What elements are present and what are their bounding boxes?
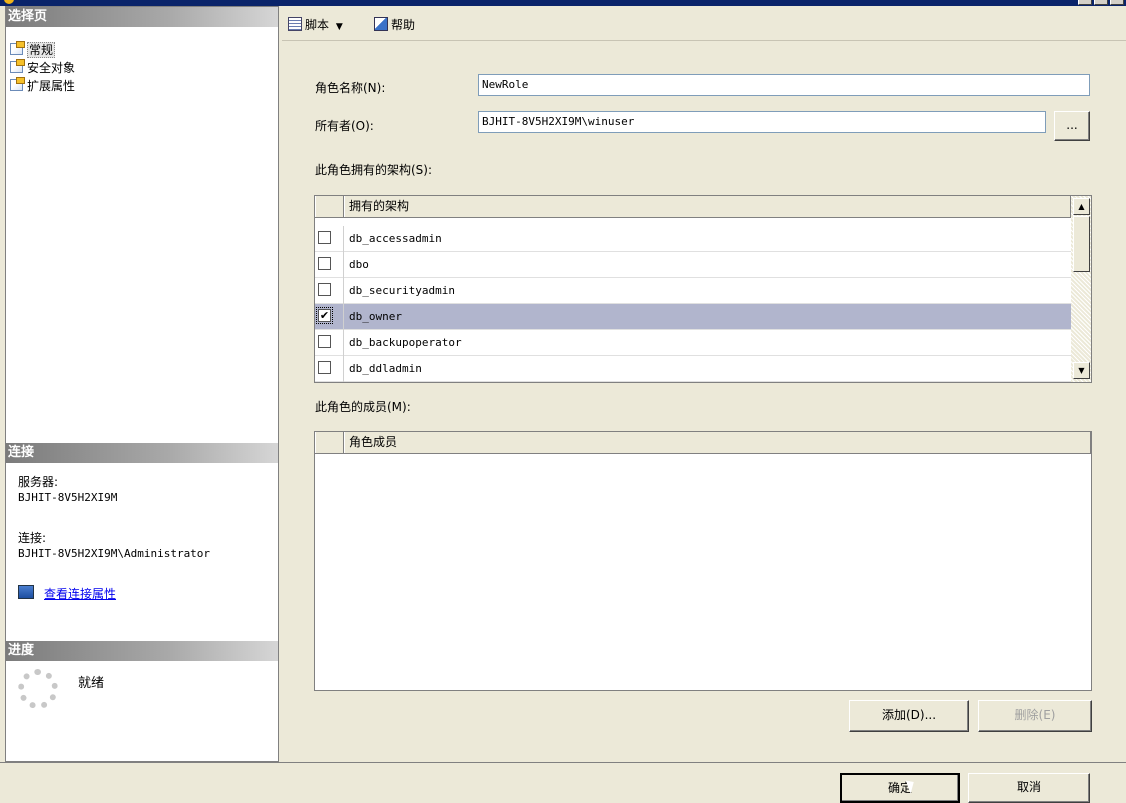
schema-row[interactable]: db_ddladmin (315, 356, 1071, 382)
page-icon (10, 41, 25, 55)
select-page-header: 选择页 (6, 7, 278, 27)
chevron-down-icon: ▼ (335, 22, 343, 32)
nav-item-label: 扩展属性 (27, 79, 76, 93)
owner-input[interactable]: BJHIT-8V5H2XI9M\winuser (478, 111, 1046, 133)
page-icon (10, 59, 25, 73)
nav-item-label: 常规 (27, 42, 56, 58)
scroll-up-icon[interactable]: ▲ (1073, 198, 1090, 215)
owned-schemas-column-header[interactable]: 拥有的架构 (344, 196, 1071, 217)
toolbar: 脚本 ▼ 帮助 (282, 6, 1126, 41)
connection-header: 连接 (6, 443, 278, 463)
help-button[interactable]: 帮助 (374, 16, 415, 34)
view-connection-properties[interactable]: 查看连接属性 (18, 585, 116, 601)
nav-item-general[interactable]: 常规 (10, 41, 56, 58)
schema-checkbox[interactable] (318, 361, 331, 374)
grid-header: 角色成员 (315, 432, 1091, 454)
schema-checkbox[interactable] (318, 335, 331, 348)
role-members-label: 此角色的成员(M): (315, 400, 411, 414)
schema-checkbox-checked[interactable]: ✔ (316, 307, 333, 324)
check-column-header (315, 196, 344, 217)
connection-properties-icon (18, 585, 34, 599)
schema-name: db_backupoperator (349, 336, 462, 349)
schema-name: db_owner (349, 310, 402, 323)
role-members-grid: 角色成员 (314, 431, 1092, 691)
script-icon (288, 17, 302, 31)
schema-checkbox[interactable] (318, 231, 331, 244)
schema-row[interactable]: dbo (315, 252, 1071, 278)
owner-label: 所有者(O): (315, 119, 374, 133)
help-label: 帮助 (391, 18, 416, 32)
schema-name: dbo (349, 258, 369, 271)
cancel-button[interactable]: 取消 (968, 773, 1090, 803)
connection-value: BJHIT-8V5H2XI9M\Administrator (18, 547, 211, 560)
scroll-down-icon[interactable]: ▼ (1073, 362, 1090, 379)
nav-item-label: 安全对象 (27, 61, 76, 75)
grid-header: 拥有的架构 (315, 196, 1071, 218)
schema-checkbox[interactable] (318, 283, 331, 296)
role-members-column-header[interactable]: 角色成员 (344, 432, 1091, 453)
progress-status: 就绪 (78, 676, 105, 691)
script-button[interactable]: 脚本 ▼ (288, 16, 343, 34)
help-icon (374, 17, 388, 31)
general-page-content: 角色名称(N): NewRole 所有者(O): BJHIT-8V5H2XI9M… (282, 41, 1126, 762)
check-column-header (315, 432, 344, 453)
scroll-thumb[interactable] (1073, 216, 1090, 272)
minimize-button[interactable] (1078, 0, 1092, 5)
close-button[interactable] (1110, 0, 1124, 5)
nav-item-extended-properties[interactable]: 扩展属性 (10, 77, 76, 94)
schema-row[interactable]: db_backupoperator (315, 330, 1071, 356)
schema-row[interactable]: db_securityadmin (315, 278, 1071, 304)
role-name-label: 角色名称(N): (315, 81, 386, 95)
remove-member-button[interactable]: 删除(E) (978, 700, 1092, 732)
owned-schemas-label: 此角色拥有的架构(S): (315, 163, 433, 177)
view-connection-properties-link[interactable]: 查看连接属性 (44, 587, 116, 601)
schema-name: db_securityadmin (349, 284, 455, 297)
schemas-scrollbar[interactable]: ▲ ▼ (1071, 196, 1091, 382)
database-role-icon (4, 0, 14, 4)
dialog-footer: 确定 取消 (0, 762, 1126, 803)
server-label: 服务器: (18, 475, 59, 489)
schema-checkbox[interactable] (318, 257, 331, 270)
progress-header: 进度 (6, 641, 278, 661)
owned-schemas-grid: 拥有的架构 db_accessadmin dbo db_securityadmi… (314, 195, 1092, 383)
page-icon (10, 77, 25, 91)
ok-button[interactable]: 确定 (840, 773, 960, 803)
left-pane: 选择页 常规 安全对象 扩展属性 连接 服务器: BJHIT-8V5H2XI9M… (5, 6, 279, 762)
connection-label: 连接: (18, 531, 47, 545)
progress-spinner-icon (18, 669, 58, 709)
add-member-button[interactable]: 添加(D)... (849, 700, 969, 732)
browse-owner-button[interactable]: ... (1054, 111, 1090, 141)
schema-name: db_accessadmin (349, 232, 442, 245)
nav-item-securables[interactable]: 安全对象 (10, 59, 76, 76)
maximize-button[interactable] (1094, 0, 1108, 5)
script-label: 脚本 (305, 18, 330, 32)
schema-row[interactable]: db_accessadmin (315, 226, 1071, 252)
role-name-input[interactable]: NewRole (478, 74, 1090, 96)
schema-row-selected[interactable]: ✔ db_owner (315, 304, 1071, 330)
server-value: BJHIT-8V5H2XI9M (18, 491, 118, 504)
schema-name: db_ddladmin (349, 362, 422, 375)
